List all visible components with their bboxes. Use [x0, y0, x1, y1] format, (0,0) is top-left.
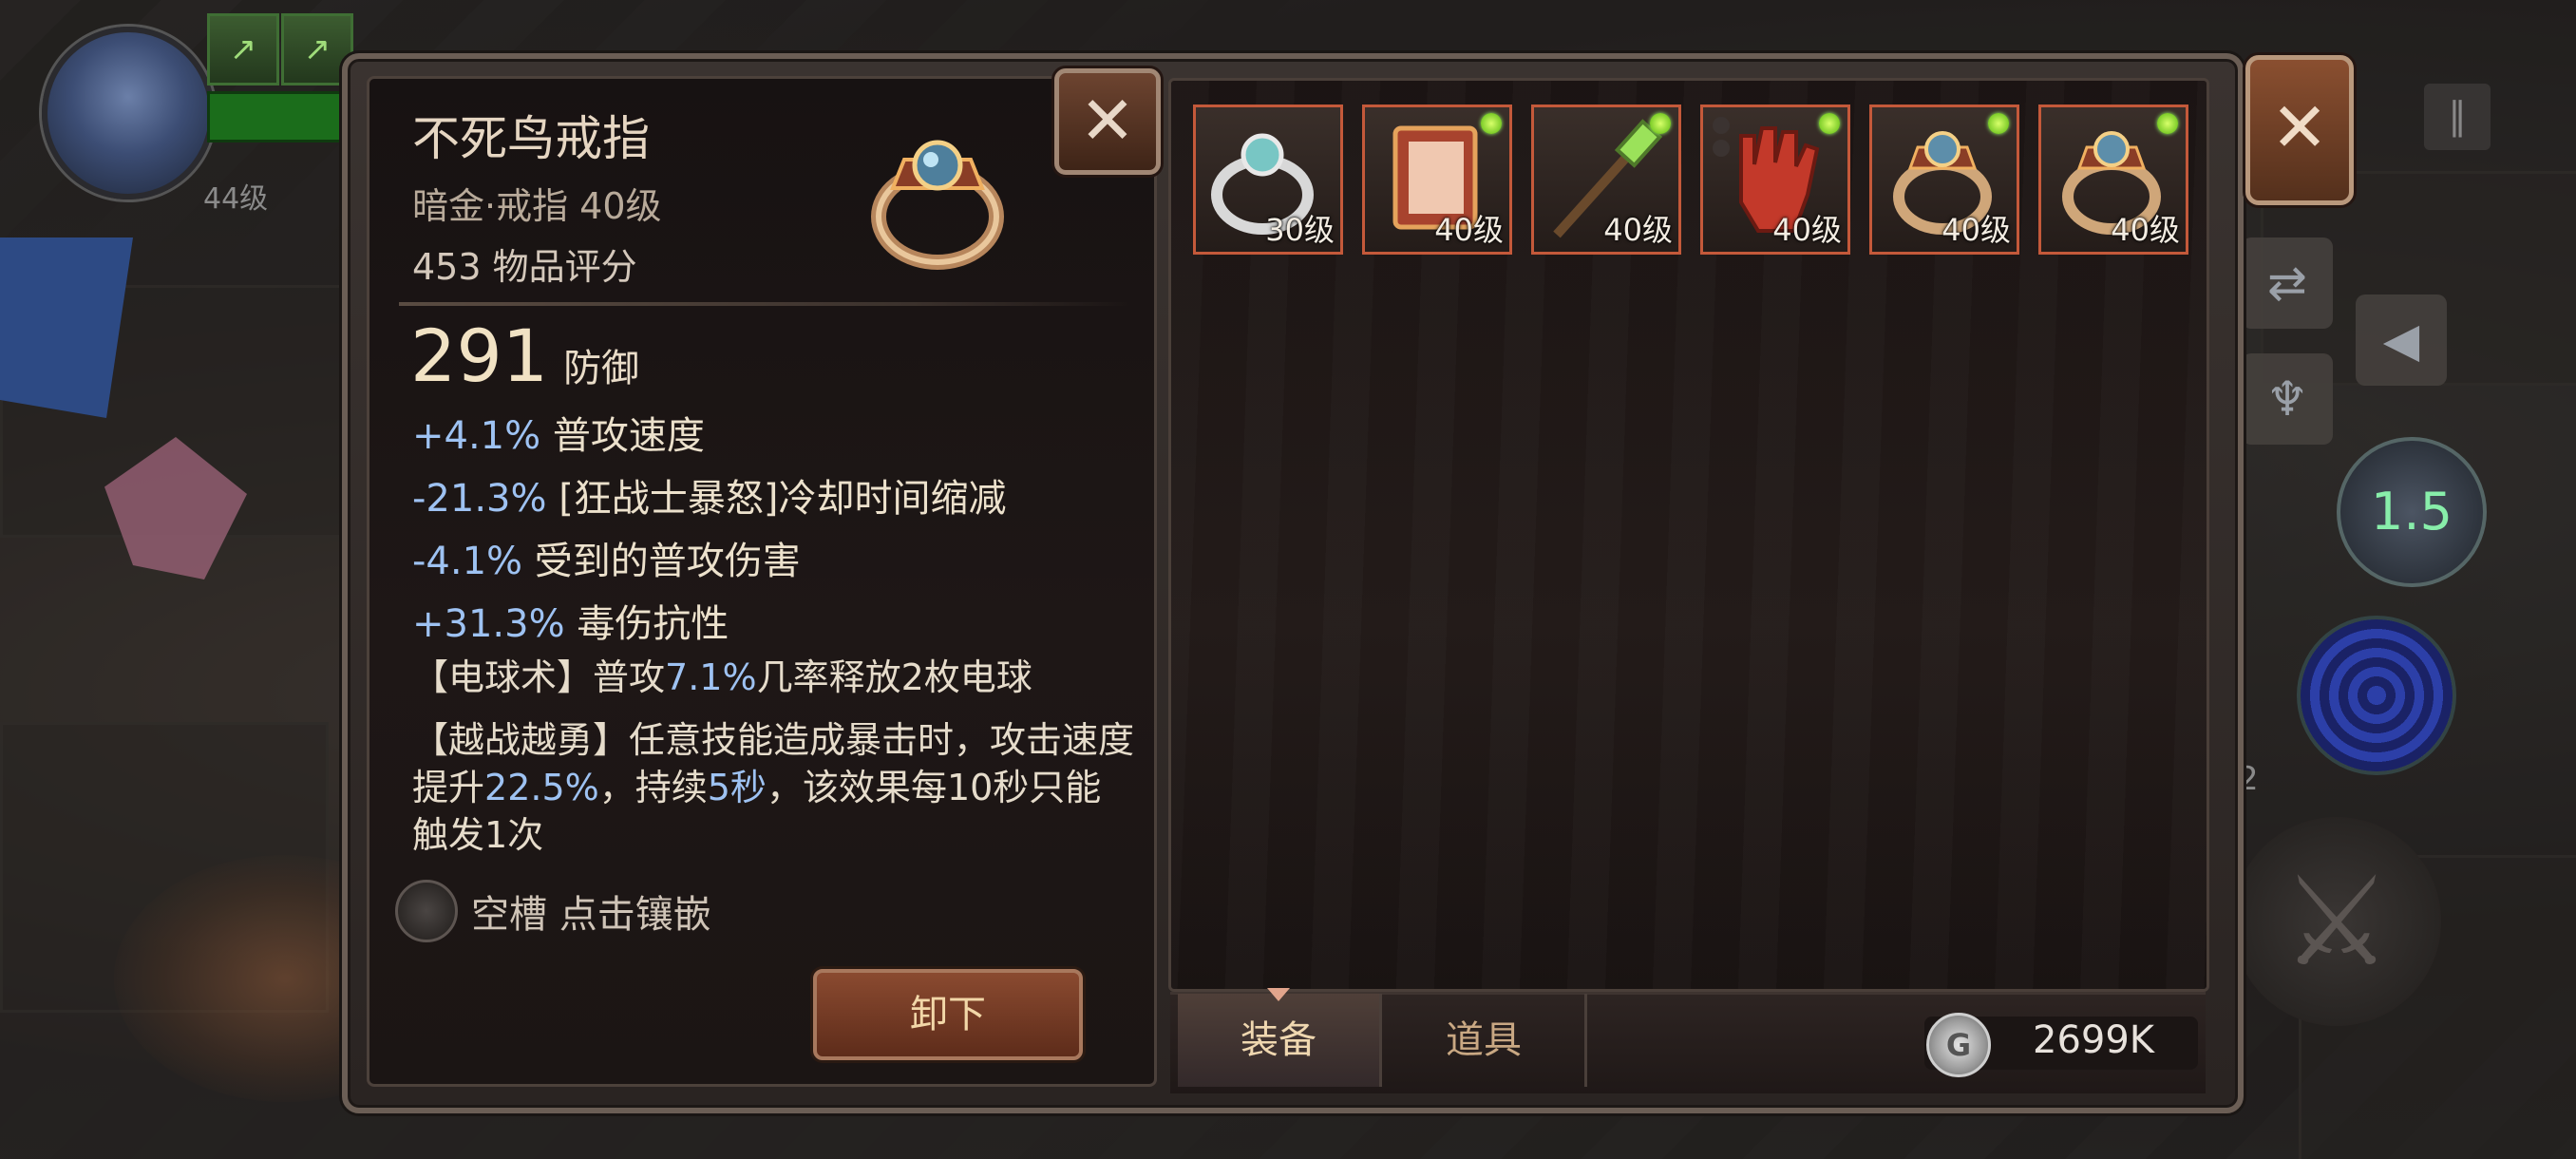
gem-socket[interactable]: [395, 880, 458, 942]
ring-icon: [871, 140, 1004, 270]
effect-value: 5秒: [707, 767, 767, 808]
stat-value: +4.1%: [412, 414, 541, 458]
new-item-dot: [1988, 113, 2009, 134]
inventory-slot[interactable]: 40级: [1531, 104, 1681, 255]
item-type: 暗金·戒指 40级: [412, 185, 662, 227]
close-detail-button[interactable]: ✕: [1054, 68, 1161, 175]
stat-value: -4.1%: [412, 540, 523, 583]
active-tab-indicator: [1267, 988, 1290, 1001]
slot-level: 40级: [1603, 212, 1673, 248]
inventory-slot[interactable]: 40级: [2038, 104, 2188, 255]
divider: [399, 302, 1132, 306]
slot-level: 30级: [1265, 212, 1335, 248]
health-bar: [207, 91, 355, 142]
stat-value: -21.3%: [412, 477, 547, 521]
stat-label: [狂战士暴怒]冷却时间缩减: [559, 477, 1007, 521]
stat-line: +4.1% 普攻速度: [412, 405, 705, 460]
new-item-dot: [1819, 113, 1840, 134]
inventory-slot[interactable]: 40级: [1869, 104, 2019, 255]
socket-label[interactable]: 空槽 点击镶嵌: [471, 884, 711, 939]
slot-level: 40级: [1941, 212, 2011, 248]
new-item-dot: [1481, 113, 1502, 134]
defense-stat: 291 防御: [410, 314, 639, 398]
item-name: 不死鸟戒指: [412, 111, 650, 166]
tab-equipment[interactable]: 装备: [1178, 994, 1382, 1087]
stat-value: +31.3%: [412, 602, 565, 646]
inventory-slot[interactable]: 40级: [1700, 104, 1850, 255]
effect-text: 几率释放2枚电球: [756, 656, 1032, 698]
unequip-button[interactable]: 卸下: [813, 969, 1083, 1060]
swap-icon[interactable]: ⇄: [2242, 238, 2333, 329]
effect-text: 【电球术】普攻: [412, 656, 666, 698]
special-effect-2: 【越战越勇】任意技能造成暴击时，攻击速度提升22.5%，持续5秒，该效果每10秒…: [412, 716, 1134, 859]
stat-line: +31.3% 毒伤抗性: [412, 593, 729, 648]
effect-value: 22.5%: [484, 767, 599, 808]
stat-line: -4.1% 受到的普攻伤害: [412, 530, 801, 585]
item-score: 453 物品评分: [412, 246, 637, 288]
player-avatar[interactable]: [42, 27, 215, 200]
vortex-skill-button[interactable]: [2297, 616, 2456, 775]
buff-icon-1: ↗: [207, 13, 279, 86]
broom-icon[interactable]: ♆: [2242, 353, 2333, 445]
effect-value: 7.1%: [665, 656, 757, 698]
arrow-left-icon[interactable]: ◀: [2356, 294, 2447, 386]
close-panel-button[interactable]: ✕: [2245, 55, 2354, 205]
effect-text: ，持续: [598, 767, 708, 808]
slot-level: 40级: [2111, 212, 2180, 248]
inventory-slot[interactable]: 30级: [1193, 104, 1343, 255]
coin-icon: G: [1926, 1013, 1991, 1077]
new-item-dot: [2157, 113, 2178, 134]
stat-line: -21.3% [狂战士暴怒]冷却时间缩减: [412, 467, 1006, 522]
slot-level: 40级: [1434, 212, 1504, 248]
slot-level: 40级: [1772, 212, 1842, 248]
defense-label: 防御: [563, 347, 640, 390]
skill-cooldown[interactable]: 1.5: [2337, 437, 2487, 587]
attack-button[interactable]: ⚔: [2232, 817, 2441, 1026]
currency-amount: 2699K: [2033, 1018, 2155, 1062]
tab-items[interactable]: 道具: [1383, 994, 1587, 1087]
pause-button[interactable]: ∥: [2424, 84, 2491, 150]
empty-socket-dot: [1713, 117, 1730, 134]
defense-value: 291: [410, 314, 549, 398]
special-effect-1: 【电球术】普攻7.1%几率释放2枚电球: [412, 654, 1134, 701]
stat-label: 普攻速度: [552, 414, 705, 458]
stat-label: 毒伤抗性: [577, 602, 729, 646]
empty-socket-dot: [1713, 140, 1730, 157]
stat-label: 受到的普攻伤害: [534, 540, 801, 583]
player-level: 44级: [203, 182, 269, 216]
inventory-slot[interactable]: 40级: [1362, 104, 1512, 255]
new-item-dot: [1650, 113, 1671, 134]
